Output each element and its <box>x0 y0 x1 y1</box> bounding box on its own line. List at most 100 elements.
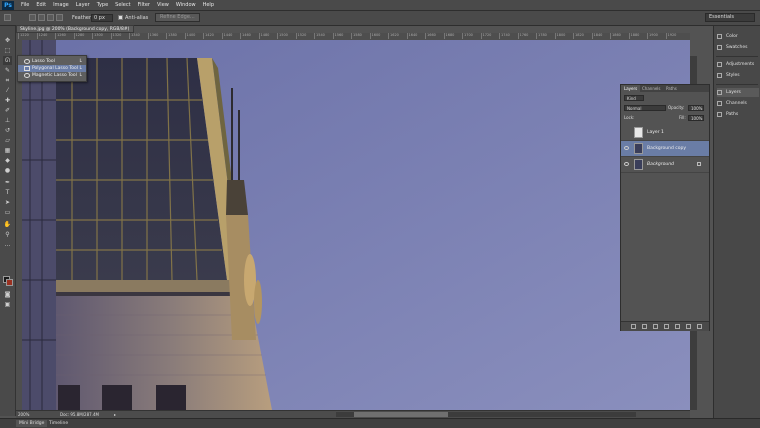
menu-help[interactable]: Help <box>203 2 214 8</box>
dock-color[interactable]: Color <box>717 32 759 41</box>
dock-paths[interactable]: Paths <box>717 110 759 119</box>
layer-style-icon[interactable] <box>642 324 647 329</box>
path-select-tool-icon[interactable]: ➤ <box>3 198 12 207</box>
layer-row[interactable]: Layer 1 <box>621 125 709 141</box>
menu-file[interactable]: File <box>21 2 29 8</box>
marquee-tool-icon[interactable]: ⬚ <box>3 46 12 55</box>
pen-tool-icon[interactable]: ✒ <box>3 178 12 187</box>
zoom-tool-icon[interactable]: ⚲ <box>3 230 12 239</box>
document-size[interactable]: Doc: 95.8M/287.4M <box>60 411 99 418</box>
feather-input[interactable]: 0 px <box>91 14 113 22</box>
document-tab[interactable]: Skyline.jpg @ 200% (Background copy, RGB… <box>16 25 134 39</box>
hand-tool-icon[interactable]: ✋ <box>3 220 12 229</box>
tab-mini-bridge[interactable]: Mini Bridge <box>16 420 48 427</box>
menu-edit[interactable]: Edit <box>36 2 46 8</box>
ruler-tick-label: 1800 <box>554 33 566 39</box>
menu-type[interactable]: Type <box>97 2 108 8</box>
visibility-eye-icon[interactable] <box>624 146 629 150</box>
flyout-item-magnetic-lasso[interactable]: Magnetic Lasso Tool L <box>18 72 86 79</box>
eraser-tool-icon[interactable]: ▱ <box>3 136 12 145</box>
clone-stamp-tool-icon[interactable]: ⊥ <box>3 116 12 125</box>
gradient-tool-icon[interactable]: ▦ <box>3 146 12 155</box>
history-brush-tool-icon[interactable]: ↺ <box>3 126 12 135</box>
add-mask-icon[interactable] <box>653 324 658 329</box>
brush-tool-icon[interactable]: ✐ <box>3 106 12 115</box>
horizontal-scrollbar[interactable] <box>336 412 636 417</box>
healing-tool-icon[interactable]: ✚ <box>3 96 12 105</box>
menu-layer[interactable]: Layer <box>76 2 90 8</box>
workspace-switcher[interactable]: Essentials <box>705 13 755 22</box>
color-icon <box>717 34 722 39</box>
layer-filter-select[interactable]: Kind <box>624 95 644 101</box>
anti-alias-checkbox[interactable] <box>118 15 123 20</box>
quick-mask-icon[interactable]: ◙ <box>3 290 12 299</box>
layer-name: Background copy <box>647 146 687 151</box>
status-menu-arrow-icon[interactable]: ▸ <box>114 411 116 418</box>
move-tool-icon[interactable]: ✥ <box>3 36 12 45</box>
visibility-eye-icon[interactable] <box>624 162 629 166</box>
menu-filter[interactable]: Filter <box>138 2 150 8</box>
type-tool-icon[interactable]: T <box>3 188 12 197</box>
delete-layer-icon[interactable] <box>697 324 702 329</box>
crop-tool-icon[interactable]: ⌗ <box>3 76 12 85</box>
lasso-tool-icon[interactable]: ᘏ <box>3 56 12 65</box>
ruler-tick-label: 1700 <box>462 33 473 39</box>
menu-select[interactable]: Select <box>115 2 130 8</box>
dock-channels[interactable]: Channels <box>717 99 759 108</box>
background-color-swatch[interactable] <box>6 279 13 286</box>
lock-label: Lock: <box>624 115 635 120</box>
new-selection-icon[interactable] <box>29 14 36 21</box>
new-layer-icon[interactable] <box>686 324 691 329</box>
adjustment-layer-icon[interactable] <box>664 324 669 329</box>
tab-layers[interactable]: Layers <box>621 85 641 92</box>
dodge-tool-icon[interactable]: ● <box>3 166 12 175</box>
shape-tool-icon[interactable]: ▭ <box>3 208 12 217</box>
opacity-input[interactable]: 100% <box>688 105 704 111</box>
dock-styles[interactable]: Styles <box>717 71 759 80</box>
dock-label: Paths <box>726 112 739 117</box>
screen-mode-icon[interactable]: ▣ <box>3 300 12 309</box>
eyedropper-tool-icon[interactable]: ⁄ <box>3 86 12 95</box>
new-group-icon[interactable] <box>675 324 680 329</box>
layer-row[interactable]: Background <box>621 157 709 173</box>
lasso-preset-icon[interactable] <box>4 14 11 21</box>
blend-mode-select[interactable]: Normal <box>624 105 666 111</box>
dock-swatches[interactable]: Swatches <box>717 43 759 52</box>
edit-toolbar-icon[interactable]: … <box>3 240 12 249</box>
zoom-level[interactable]: 200% <box>18 411 29 418</box>
fill-input[interactable]: 100% <box>688 115 704 121</box>
ruler-tick-label: 1820 <box>573 33 584 39</box>
options-bar: Feather: 0 px Anti-alias Refine Edge... … <box>0 11 760 26</box>
tab-timeline[interactable]: Timeline <box>46 420 71 427</box>
ruler-tick-label: 1500 <box>277 33 288 39</box>
dock-separator <box>716 56 758 57</box>
ruler-tick-label: 1740 <box>499 33 510 39</box>
horizontal-scroll-thumb[interactable] <box>354 412 448 417</box>
dock-label: Adjustments <box>726 62 755 67</box>
flyout-item-lasso[interactable]: Lasso Tool L <box>18 58 86 65</box>
layers-panel: Layers Channels Paths Kind Normal Opacit… <box>620 84 710 331</box>
dock-layers[interactable]: Layers <box>717 88 759 97</box>
link-layers-icon[interactable] <box>631 324 636 329</box>
menu-window[interactable]: Window <box>176 2 196 8</box>
tab-paths[interactable]: Paths <box>663 85 680 92</box>
intersect-selection-icon[interactable] <box>56 14 63 21</box>
menu-image[interactable]: Image <box>53 2 69 8</box>
refine-edge-button[interactable]: Refine Edge... <box>155 13 200 22</box>
dock-adjustments[interactable]: Adjustments <box>717 60 759 69</box>
menu-view[interactable]: View <box>157 2 169 8</box>
flyout-item-polygonal-lasso[interactable]: Polygonal Lasso Tool L <box>18 65 86 72</box>
visibility-toggle-icon[interactable] <box>624 130 629 134</box>
document-canvas[interactable] <box>22 40 690 410</box>
layer-row[interactable]: Background copy <box>621 141 709 157</box>
flyout-shortcut: L <box>79 66 82 71</box>
add-to-selection-icon[interactable] <box>38 14 45 21</box>
subtract-selection-icon[interactable] <box>47 14 54 21</box>
blur-tool-icon[interactable]: ◆ <box>3 156 12 165</box>
ruler-tick-label: 1320 <box>110 33 122 39</box>
ruler-tick-label: 1580 <box>351 33 362 39</box>
magnetic-lasso-icon <box>24 73 30 78</box>
quick-select-tool-icon[interactable]: ✎ <box>3 66 12 75</box>
tab-channels[interactable]: Channels <box>639 85 664 92</box>
ruler-tick-label: 1680 <box>443 33 455 39</box>
